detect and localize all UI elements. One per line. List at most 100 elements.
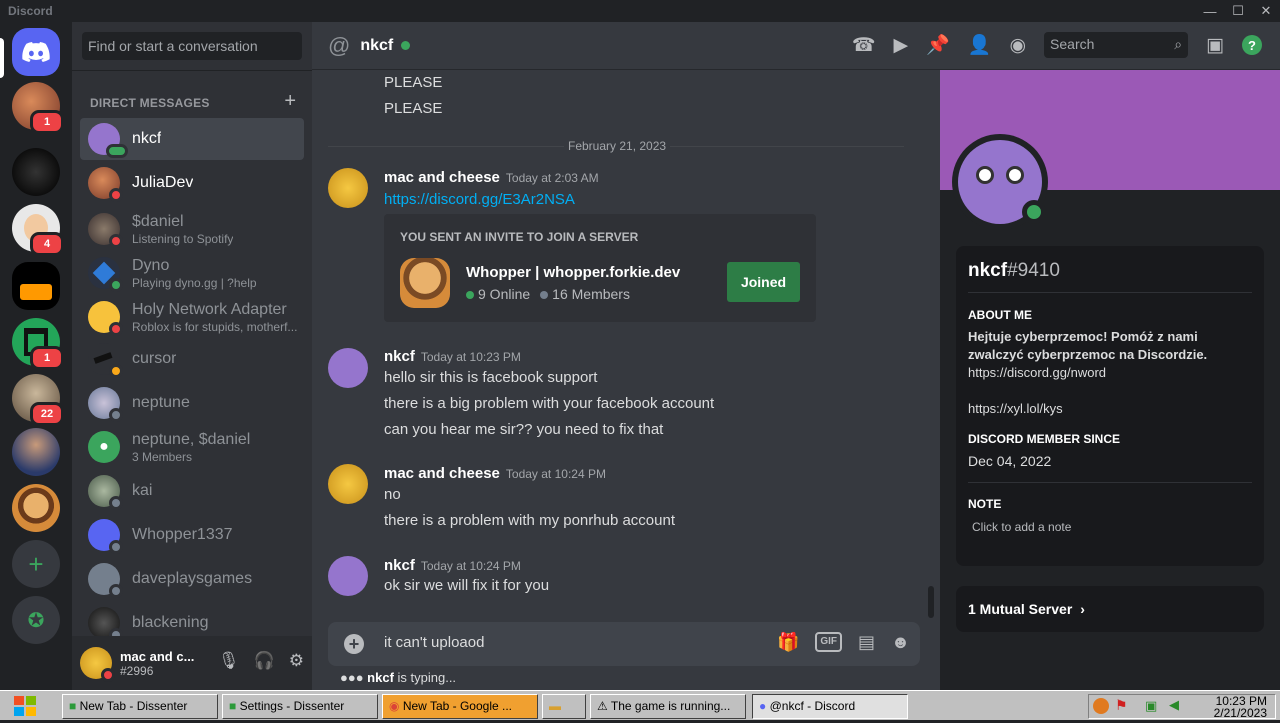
tray-arrow-icon[interactable] [1093,698,1109,714]
search-input[interactable]: Search ⌕ [1044,32,1189,58]
message-timestamp: Today at 10:24 PM [420,559,521,573]
server-icon-1[interactable]: 1 [12,82,64,134]
dm-header: DIRECT MESSAGES [90,96,210,110]
dm-item-daveplaysgames[interactable]: daveplaysgames [80,558,304,600]
headphones-icon[interactable]: 🎧 [254,651,275,671]
server-icon-6[interactable]: 22 [12,374,64,426]
dm-item-kai[interactable]: kai [80,470,304,512]
message-author[interactable]: nkcf [384,348,415,365]
taskbar-item-chrome[interactable]: ◉ New Tab - Google ... [382,694,538,719]
create-dm-icon[interactable]: + [284,90,296,113]
inbox-icon[interactable]: ▣ [1206,34,1224,57]
message-timestamp: Today at 2:03 AM [505,171,599,185]
close-icon[interactable]: ✕ [1252,0,1280,22]
explore-servers-button[interactable]: ✪ [12,596,60,644]
profile-avatar[interactable] [952,134,1048,230]
chat-scrollbar[interactable] [928,586,934,618]
dm-item-group-neptune-daniel[interactable]: ● neptune, $daniel 3 Members [80,426,304,468]
message-input[interactable]: it can't uploaod [384,634,484,651]
gif-icon[interactable]: GIF [815,632,843,652]
add-server-button[interactable]: + [12,540,60,588]
server-icon-whopper[interactable] [12,484,60,532]
pin-icon[interactable]: 📌 [926,33,950,57]
dm-item-neptune[interactable]: neptune [80,382,304,424]
group-icon: ● [88,431,120,463]
settings-gear-icon[interactable]: ⚙ [289,651,304,671]
taskbar-item-explorer[interactable]: ▬ [542,694,586,719]
server-icon-7[interactable] [12,428,60,476]
home-button[interactable] [12,28,60,76]
dm-search-input[interactable]: Find or start a conversation [82,32,302,60]
help-icon[interactable]: ? [1242,35,1262,55]
taskbar-item-game[interactable]: ⚠ The game is running... [590,694,746,719]
dm-item-holy-network-adapter[interactable]: Holy Network Adapter Roblox is for stupid… [80,296,304,338]
invite-link[interactable]: https://discord.gg/E3Ar2NSA [384,190,575,210]
joined-button[interactable]: Joined [727,262,800,302]
message-author[interactable]: mac and cheese [384,169,500,186]
channel-name: nkcf [360,36,394,54]
server-icon-5[interactable]: 1 [12,318,64,370]
user-profile-icon[interactable]: ◉ [1009,34,1026,57]
dm-item-whopper1337[interactable]: Whopper1337 [80,514,304,556]
message-line: no [384,486,401,503]
mutual-servers-button[interactable]: 1 Mutual Server › [956,586,1264,632]
video-call-icon[interactable]: ▶ [893,34,908,57]
taskbar-item-dissenter-newtab[interactable]: ■ New Tab - Dissenter [62,694,218,719]
message-avatar[interactable] [328,556,368,596]
about-link-1[interactable]: https://discord.gg/nword [968,364,1248,382]
avatar [88,607,123,642]
chat-header: @ nkcf ☎ ▶ 📌 👤 ◉ Search ⌕ ▣ ? [312,22,1280,70]
clock[interactable]: 10:23 PM 2/21/2023 [1214,695,1267,719]
start-button[interactable] [8,694,42,718]
minimize-icon[interactable]: — [1196,0,1224,22]
server-icon-3[interactable]: 4 [12,204,64,256]
dm-item-dyno[interactable]: Dyno Playing dyno.gg | ?help [80,252,304,294]
taskbar-item-discord[interactable]: ● @nkcf - Discord [752,694,908,719]
mention-badge: 4 [30,232,64,256]
search-placeholder: Search [1050,36,1095,52]
server-rail: 1 4 1 22 + ✪ [0,22,72,690]
microphone-icon[interactable]: 🎙 [218,651,240,671]
about-link-2[interactable]: https://xyl.lol/kys [968,400,1248,418]
message-avatar[interactable] [328,464,368,504]
compass-icon: ✪ [27,609,45,632]
user-avatar[interactable] [80,647,115,682]
system-tray: ⚑ ▣ ◀ 10:23 PM 2/21/2023 [1088,694,1276,719]
avatar [88,257,123,292]
dm-item-daniel[interactable]: $daniel Listening to Spotify [80,208,304,250]
maximize-icon[interactable]: ☐ [1224,0,1252,22]
dm-status: 3 Members [132,450,193,464]
attach-plus-icon[interactable]: + [344,634,364,654]
dm-item-cursor[interactable]: cursor [80,338,304,380]
dm-name: Dyno [132,257,170,274]
dm-item-nkcf[interactable]: nkcf [80,118,304,160]
voice-call-icon[interactable]: ☎ [852,34,876,57]
message-line: can you hear me sir?? you need to fix th… [384,421,664,438]
message-author[interactable]: mac and cheese [384,465,500,482]
add-friend-icon[interactable]: 👤 [968,33,992,57]
message-author[interactable]: nkcf [384,557,415,574]
server-icon-2[interactable] [12,148,60,196]
dm-status: Roblox is for stupids, motherf... [132,320,298,334]
taskbar-item-dissenter-settings[interactable]: ■ Settings - Dissenter [222,694,378,719]
message-avatar[interactable] [328,348,368,388]
dm-item-juliadev[interactable]: JuliaDev [80,162,304,204]
note-input[interactable]: Click to add a note [972,518,1252,536]
emoji-icon[interactable]: ☻ [891,632,910,653]
avatar [88,213,123,248]
message-composer[interactable]: + it can't uploaod 🎁 GIF ▤ ☻ [328,622,920,666]
window-titlebar: Discord — ☐ ✕ [0,0,1280,22]
server-icon-4[interactable] [12,262,60,310]
sticker-icon[interactable]: ▤ [858,632,875,653]
message-avatar[interactable] [328,168,368,208]
about-me-text: Hejtuje cyberprzemoc! Pomóż z nami zwalc… [968,329,1208,362]
gift-icon[interactable]: 🎁 [777,632,799,653]
tray-network-icon[interactable]: ▣ [1145,698,1157,714]
tray-flag-icon[interactable]: ⚑ [1115,697,1128,714]
taskbar-label: @nkcf - Discord [769,699,856,713]
tray-volume-icon[interactable]: ◀ [1169,697,1179,713]
search-icon: ⌕ [1174,36,1183,52]
message-header: nkcf Today at 10:24 PM [384,557,521,574]
online-count-label: 9 Online [478,286,531,302]
dm-sidebar: Find or start a conversation DIRECT MESS… [72,22,312,690]
